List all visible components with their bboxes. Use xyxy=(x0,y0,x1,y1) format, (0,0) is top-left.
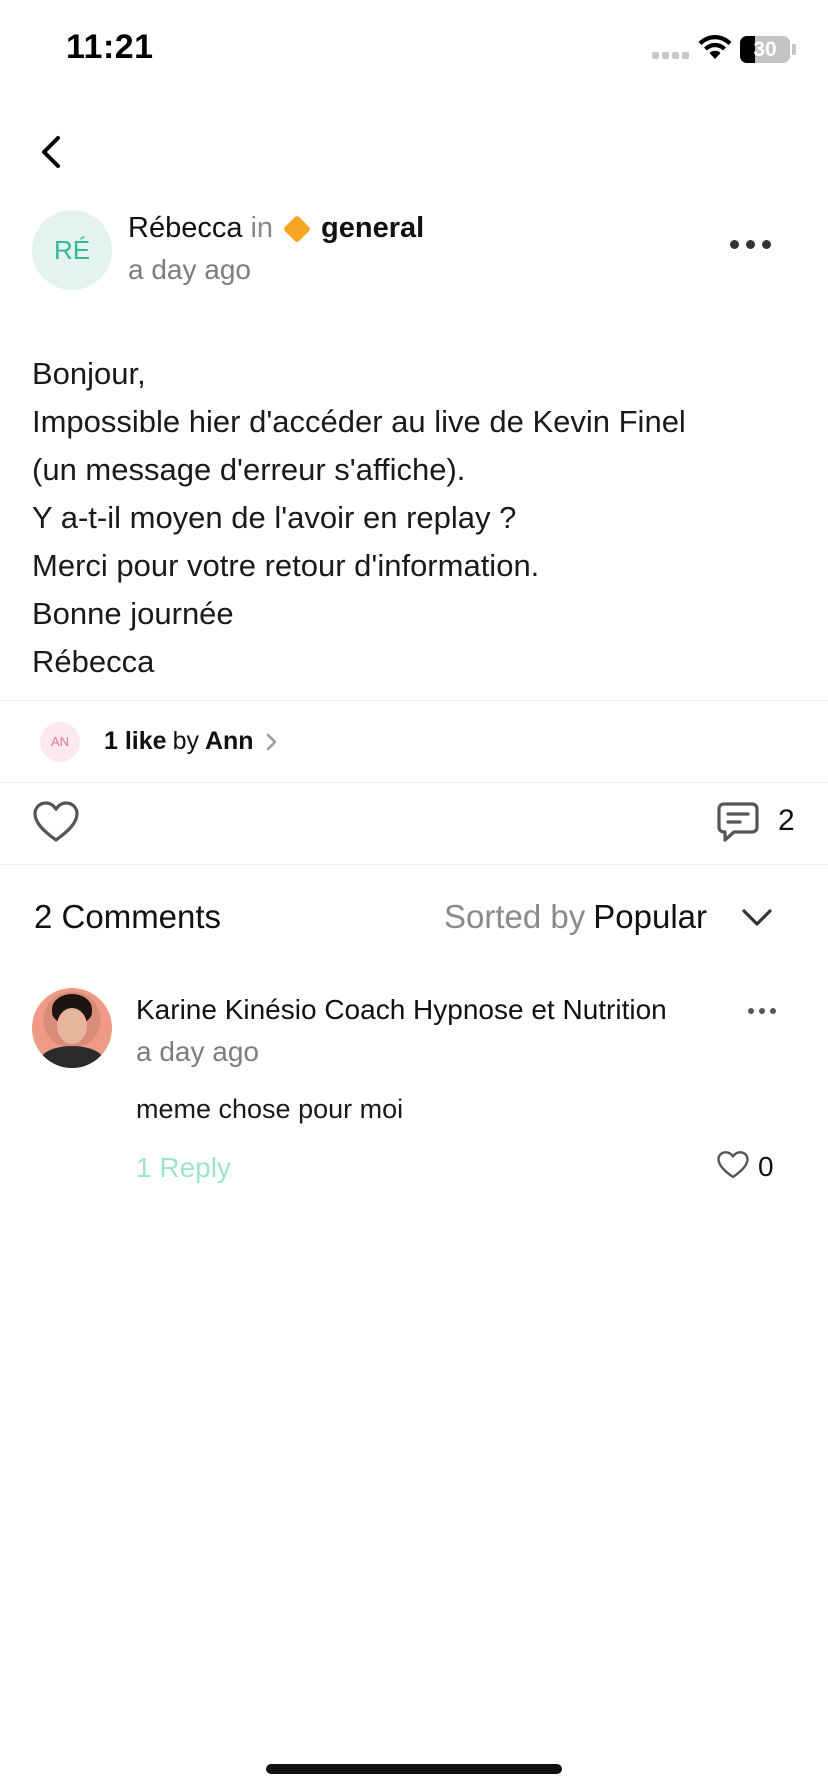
likes-by-label: by xyxy=(172,727,199,755)
status-time: 11:21 xyxy=(66,28,154,66)
comment-like-button[interactable] xyxy=(716,1150,750,1185)
commenter-avatar[interactable] xyxy=(32,988,112,1068)
divider xyxy=(0,782,828,783)
comment-reply-link[interactable]: 1 Reply xyxy=(136,1152,231,1184)
post-body-line: Bonjour, xyxy=(32,356,146,391)
battery-percentage: 30 xyxy=(753,38,777,61)
sort-selector[interactable]: Sorted by Popular xyxy=(444,898,707,936)
like-button[interactable] xyxy=(32,800,80,849)
post-author-line: Rébecca in general xyxy=(128,212,424,245)
comment-author-name[interactable]: Karine Kinésio Coach Hypnose et Nutritio… xyxy=(136,994,667,1026)
post-body-line: Rébecca xyxy=(32,644,155,679)
sorted-by-value: Popular xyxy=(593,898,707,935)
post-body-line: Impossible hier d'accéder au live de Kev… xyxy=(32,404,686,439)
comment-like-count: 0 xyxy=(758,1151,774,1182)
post-body-line: Y a-t-il moyen de l'avoir en replay ? xyxy=(32,500,517,535)
post-more-options-icon[interactable] xyxy=(730,240,771,249)
chevron-right-icon xyxy=(266,733,276,750)
divider xyxy=(0,700,828,701)
liker-name: Ann xyxy=(204,727,254,755)
cellular-signal-icon xyxy=(652,52,689,59)
post-body-line: (un message d'erreur s'affiche). xyxy=(32,452,466,487)
in-label: in xyxy=(250,212,274,244)
heart-icon xyxy=(717,1151,749,1179)
comment-more-options-icon[interactable] xyxy=(748,1008,776,1014)
likes-count: 1 like xyxy=(104,727,167,755)
sorted-by-label: Sorted by xyxy=(444,898,586,935)
space-name-link[interactable]: general xyxy=(321,212,424,245)
chevron-down-icon[interactable] xyxy=(740,906,774,935)
chevron-left-icon xyxy=(42,136,60,168)
likes-summary-link[interactable]: 1 like by Ann xyxy=(104,727,282,756)
wifi-icon xyxy=(698,34,732,65)
author-avatar[interactable]: RÉ xyxy=(32,210,112,290)
battery-icon: 30 xyxy=(740,36,790,63)
comment-bubble-icon xyxy=(717,802,759,842)
back-button[interactable] xyxy=(34,130,70,174)
post-timestamp: a day ago xyxy=(128,254,251,285)
post-body-line: Bonne journée xyxy=(32,596,234,631)
comment-button[interactable] xyxy=(716,800,760,849)
comment-timestamp: a day ago xyxy=(136,1036,259,1067)
liker-avatar: AN xyxy=(40,722,80,762)
divider xyxy=(0,864,828,865)
post-author-name[interactable]: Rébecca xyxy=(128,212,242,245)
comments-title: 2 Comments xyxy=(34,898,222,935)
battery-nub xyxy=(792,44,796,55)
comment-count: 2 xyxy=(778,804,795,837)
heart-icon xyxy=(33,801,79,842)
home-indicator[interactable] xyxy=(266,1764,562,1774)
comment-body: meme chose pour moi xyxy=(136,1094,404,1124)
post-body: Bonjour, Impossible hier d'accéder au li… xyxy=(32,350,802,686)
post-body-line: Merci pour votre retour d'information. xyxy=(32,548,540,583)
space-diamond-icon xyxy=(282,214,312,243)
